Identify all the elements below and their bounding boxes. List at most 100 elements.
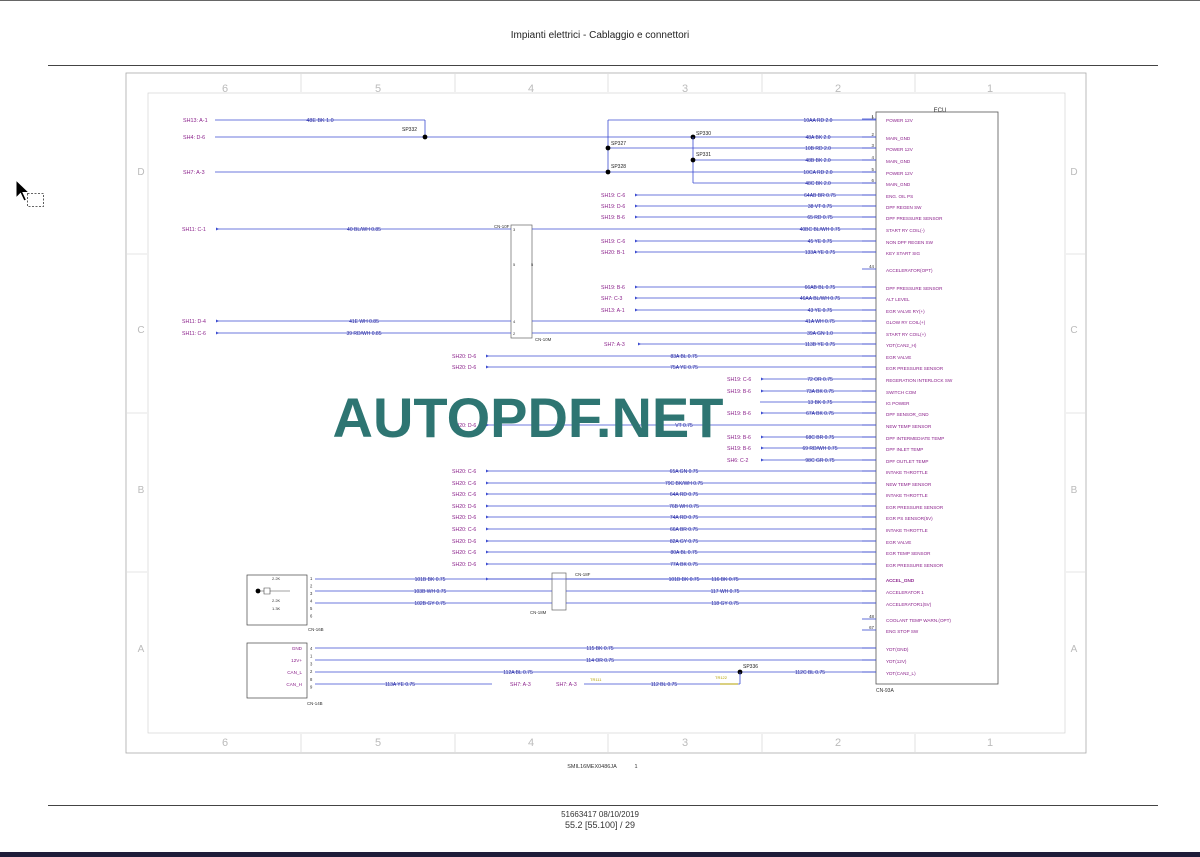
wire-label: 77A BK 0.75 <box>670 562 698 568</box>
connector-pin: 3 <box>310 591 313 596</box>
wire-arrow <box>486 539 489 543</box>
wire-label: 82A GY 0.75 <box>670 539 698 545</box>
wire-arrow <box>486 504 489 508</box>
zone-column-label: 6 <box>222 83 228 95</box>
sheet-reference: SH6: C-2 <box>727 458 748 464</box>
ecu-pin-function: INTAKE THROTTLE <box>886 528 928 533</box>
zone-column-label: 1 <box>987 83 993 95</box>
sheet-reference: SH19: B-6 <box>727 446 751 452</box>
wire-label: 79C BK/WH 0.75 <box>665 481 703 487</box>
sheet-reference: SH7: A-3 <box>556 682 577 688</box>
wire-label: 133A YE 0.75 <box>805 250 836 256</box>
wire-arrow <box>761 446 764 450</box>
splice-label: SP327 <box>611 141 626 147</box>
wire-arrow <box>635 296 638 300</box>
ecu-pin-function: KEY START SIG <box>886 251 921 256</box>
ecu-pin-number: 44 <box>869 264 874 269</box>
page-number: 55.2 [55.100] / 29 <box>564 820 636 830</box>
wire-label: 67A BK 0.75 <box>806 411 834 417</box>
connector-label: CN-93A <box>876 688 894 694</box>
ecu-pin-function: GLOW RY COIL(+) <box>886 320 926 325</box>
zone-column-label: 3 <box>682 83 688 95</box>
wire-label: 112 BL 0.75 <box>651 682 678 688</box>
wire-label: 64AB BR 0.75 <box>804 193 836 199</box>
wire-label: 41A WH 0.75 <box>805 319 835 325</box>
zone-row-label: D <box>1070 167 1077 178</box>
ecu-pin-function: MAIN_GND <box>886 159 911 164</box>
terminator-label: TR122 <box>715 675 728 680</box>
wire-arrow <box>635 250 638 254</box>
ecu-pin-function: EGR TEMP SENSOR <box>886 551 931 556</box>
wire-label: 80A BL 0.75 <box>670 550 697 556</box>
zone-row-label: D <box>137 167 144 178</box>
ecu-pin-function: ENG STOP SW <box>886 629 919 634</box>
zone-row-label: A <box>1071 644 1078 655</box>
wire-label: 103B WH 0.75 <box>414 589 447 595</box>
wire-label: 39 RD/WH 0.85 <box>346 331 381 337</box>
zone-column-label: 2 <box>835 737 841 749</box>
drawing-sheet: 1 <box>634 764 637 770</box>
sheet-reference: SH11: D-4 <box>182 319 206 325</box>
resistor-label: 1.3K <box>272 606 281 611</box>
ecu-pin-function: EGR PRESSURE SENSOR <box>886 505 944 510</box>
splice-label: SP332 <box>402 127 417 133</box>
ecu-pin-function: EGR PS SENSOR(5V) <box>886 516 933 521</box>
wire-label: 66AB BL 0.75 <box>805 285 836 291</box>
connector-pin: 3 <box>513 227 516 232</box>
connector-label: CN-10M <box>535 337 552 342</box>
wire-label: 10AA RD 2.0 <box>804 118 833 124</box>
splice-label: SP330 <box>696 131 711 137</box>
sheet-reference: SH20: C-6 <box>452 492 476 498</box>
ecu-pin-function: POWER 12V <box>886 147 914 152</box>
zone-column-label: 5 <box>375 83 381 95</box>
connector-pin: 2 <box>513 331 516 336</box>
ecu-pin-function: INTAKE THROTTLE <box>886 493 928 498</box>
ecu-pin-function: YDT(CAN2_L) <box>886 671 916 676</box>
ecu-pin-function: EGR VALVE <box>886 355 911 360</box>
sheet-reference: SH7: A-3 <box>183 170 205 176</box>
sheet-reference: SH19: C-6 <box>727 377 751 383</box>
ecu-pin-function: DPF INTERMEDIATE TEMP <box>886 436 944 441</box>
ecu-pin-function: ACCELERATOR 1 <box>886 590 924 595</box>
wire-label: 46AA BL/WH 0.75 <box>800 296 841 302</box>
can-terminal-label: CAN_H <box>286 682 302 687</box>
splice-label: SP328 <box>611 164 626 170</box>
zone-column-label: 4 <box>528 83 534 95</box>
wire-label: 117 WH 0.75 <box>711 589 740 595</box>
resistor-label: 2.2K <box>272 576 281 581</box>
wire-arrow <box>761 435 764 439</box>
sheet-reference: SH7: A-3 <box>510 682 531 688</box>
ecu-pin-function: MAIN_GND <box>886 182 911 187</box>
wire-label: 69 RD/WH 0.75 <box>802 446 837 452</box>
wire-label: 40BC BL/WH 0.75 <box>800 227 841 233</box>
connector-pin: 3 <box>310 661 313 666</box>
ecu-pin-function: COOLANT TEMP WARN.(OPT) <box>886 618 951 623</box>
can-terminal-label: 12V+ <box>291 658 302 663</box>
can-terminal-label: CAN_L <box>287 670 302 675</box>
ecu-pin-number: 6 <box>872 178 875 183</box>
sheet-reference: SH20: D-6 <box>452 515 476 521</box>
wire-arrow <box>635 285 638 289</box>
zone-row-label: A <box>138 644 145 655</box>
wire-arrow <box>638 342 641 346</box>
sheet-reference: SH7: C-3 <box>601 296 622 302</box>
sheet-reference: SH19: C-6 <box>601 239 625 245</box>
splice-sp331 <box>690 157 696 163</box>
connector-label: CN-10F <box>494 224 510 229</box>
connector-pin: 4 <box>310 599 313 604</box>
wire-label: 65A GN 0.75 <box>670 469 699 475</box>
ecu-label: ECU <box>934 108 947 114</box>
sheet-reference: SH20: C-6 <box>452 469 476 475</box>
wire-arrow <box>486 365 489 369</box>
resistor-icon <box>258 587 290 595</box>
ecu-pin-function: REGERATION INTERLOCK SW <box>886 378 953 383</box>
wire-label: 102B GY 0.75 <box>414 601 446 607</box>
zone-column-label: 1 <box>987 737 993 749</box>
ecu-pin-number: 4 <box>872 155 875 160</box>
ecu-pin-function: DPF INLET TEMP <box>886 447 923 452</box>
wire-label: 98C GR 0.75 <box>805 458 834 464</box>
zone-row-label: B <box>138 485 145 496</box>
wire-label: 39A GN 1.0 <box>807 331 833 337</box>
ecu-pin-number: 2 <box>872 132 875 137</box>
sheet-reference: SH20: C-6 <box>452 481 476 487</box>
